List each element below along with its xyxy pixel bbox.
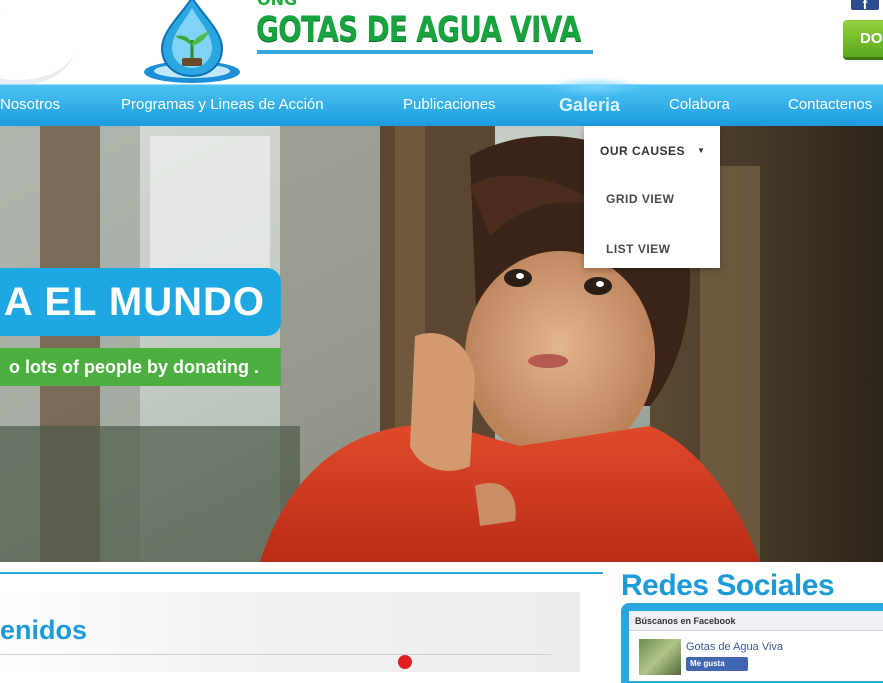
site-header: ONG GOTAS DE AGUA VIVA f DO	[0, 0, 883, 84]
dropdown-item-list-view[interactable]: LIST VIEW	[584, 224, 720, 274]
dropdown-item-grid-view[interactable]: GRID VIEW	[584, 174, 720, 224]
dropdown-item-label: OUR CAUSES	[600, 144, 686, 158]
nav-item-contactenos[interactable]: Contactenos	[788, 85, 872, 127]
nav-item-publicaciones[interactable]: Publicaciones	[403, 85, 496, 127]
slide-subline: o lots of people by donating .	[0, 348, 281, 386]
caret-right-icon: ▼	[697, 146, 706, 155]
slide-headline: A EL MUNDO	[0, 268, 281, 336]
galeria-dropdown-menu: OUR CAUSES ▼ GRID VIEW LIST VIEW	[584, 126, 720, 268]
logo-drop-icon[interactable]	[140, 0, 244, 84]
brand-title[interactable]: GOTAS DE AGUA VIVA	[256, 10, 581, 50]
section-divider	[0, 572, 603, 574]
brand-kicker: ONG	[257, 0, 297, 9]
facebook-like-button[interactable]: Me gusta	[686, 657, 748, 671]
facebook-page-link[interactable]: Gotas de Agua Viva	[686, 641, 783, 653]
facebook-page-thumbnail[interactable]	[639, 639, 681, 675]
nav-item-colabora[interactable]: Colabora	[669, 85, 730, 127]
main-nav: Nosotros Programas y Lineas de Acción Pu…	[0, 77, 883, 127]
content-rule	[0, 654, 551, 655]
facebook-widget: Búscanos en Facebook Gotas de Agua Viva …	[621, 603, 883, 683]
facebook-icon[interactable]: f	[851, 0, 879, 12]
nav-item-programas[interactable]: Programas y Lineas de Acción	[121, 85, 324, 127]
sidebar-title: Redes Sociales	[621, 569, 835, 602]
brand-underline	[257, 50, 593, 54]
nav-item-galeria[interactable]: Galeria	[559, 85, 620, 127]
content-section-title: enidos	[0, 615, 88, 645]
hero-photo	[0, 126, 883, 562]
donate-button[interactable]: DO	[843, 20, 883, 57]
facebook-widget-body: Búscanos en Facebook Gotas de Agua Viva …	[629, 611, 883, 681]
hero-slider[interactable]: A EL MUNDO o lots of people by donating …	[0, 126, 883, 562]
facebook-widget-header: Búscanos en Facebook	[629, 611, 883, 631]
nav-item-nosotros[interactable]: Nosotros	[0, 85, 60, 127]
dropdown-item-our-causes[interactable]: OUR CAUSES ▼	[584, 126, 720, 176]
decorative-swoosh	[0, 10, 74, 84]
